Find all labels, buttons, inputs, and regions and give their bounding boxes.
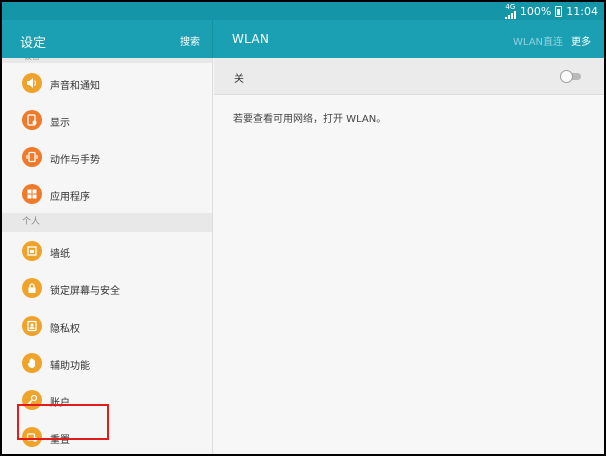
menu-item-label: 应用程序 — [50, 192, 90, 203]
more-button[interactable]: 更多 — [571, 33, 591, 48]
menu-item-reset[interactable]: 重置 — [2, 419, 212, 454]
menu-item-label: 账户 — [50, 398, 70, 409]
section-header-personal: 个人 — [2, 213, 212, 232]
menu-item-lock-screen[interactable]: 锁定屏幕与安全 — [2, 270, 212, 307]
app-bar: 设定 搜索 WLAN WLAN直连 更多 — [2, 20, 604, 58]
menu-item-wallpaper[interactable]: 墙纸 — [2, 233, 212, 270]
menu-item-label: 重置 — [50, 435, 70, 446]
settings-title: 设定 — [20, 36, 47, 51]
pane-divider — [212, 20, 213, 58]
menu-item-label: 辅助功能 — [50, 361, 90, 372]
section-header-device: 设备 — [2, 58, 212, 63]
wlan-content: 关 若要查看可用网络，打开 WLAN。 — [214, 58, 604, 454]
menu-item-label: 显示 — [50, 118, 70, 129]
menu-item-accessibility[interactable]: 辅助功能 — [2, 345, 212, 382]
menu-item-privacy[interactable]: 隐私权 — [2, 308, 212, 345]
menu-item-label: 墙纸 — [50, 249, 70, 260]
wlan-title: WLAN — [232, 32, 270, 46]
status-bar: 4G 100% 11:04 — [2, 2, 604, 20]
wallpaper-icon — [22, 241, 42, 261]
wlan-direct-button[interactable]: WLAN直连 — [513, 33, 563, 48]
menu-item-sound[interactable]: 声音和通知 — [2, 65, 212, 102]
hand-icon — [22, 353, 42, 373]
wlan-toggle-label: 关 — [234, 74, 244, 85]
wlan-switch[interactable] — [560, 70, 582, 83]
lock-icon — [22, 278, 42, 298]
settings-screen: 4G 100% 11:04 设定 搜索 WLAN WLAN直连 更多 设备 声音… — [2, 2, 604, 454]
menu-item-apps[interactable]: 应用程序 — [2, 176, 212, 213]
menu-item-display[interactable]: 显示 — [2, 102, 212, 139]
wlan-toggle-row[interactable]: 关 — [214, 58, 604, 95]
motion-gesture-icon — [22, 147, 42, 167]
apps-grid-icon — [22, 184, 42, 204]
clock: 11:04 — [566, 4, 598, 18]
menu-item-label: 声音和通知 — [50, 81, 100, 92]
menu-item-accounts[interactable]: 账户 — [2, 382, 212, 419]
menu-item-label: 锁定屏幕与安全 — [50, 286, 120, 297]
reset-icon — [22, 427, 42, 447]
menu-item-motion[interactable]: 动作与手势 — [2, 139, 212, 176]
key-icon — [22, 390, 42, 410]
menu-item-label: 动作与手势 — [50, 155, 100, 166]
privacy-icon — [22, 316, 42, 336]
settings-sidebar: 设备 声音和通知 显示 动作与手势 应用程序 个人 — [2, 58, 213, 454]
battery-percent: 100% — [519, 4, 552, 18]
wlan-hint-text: 若要查看可用网络，打开 WLAN。 — [233, 114, 387, 125]
volume-icon — [22, 73, 42, 93]
network-type: 4G — [505, 2, 516, 11]
menu-item-label: 隐私权 — [50, 324, 80, 335]
battery-icon — [555, 5, 563, 17]
cellular-signal-icon: 4G — [504, 2, 516, 19]
display-icon — [22, 110, 42, 130]
search-button[interactable]: 搜索 — [180, 33, 200, 48]
